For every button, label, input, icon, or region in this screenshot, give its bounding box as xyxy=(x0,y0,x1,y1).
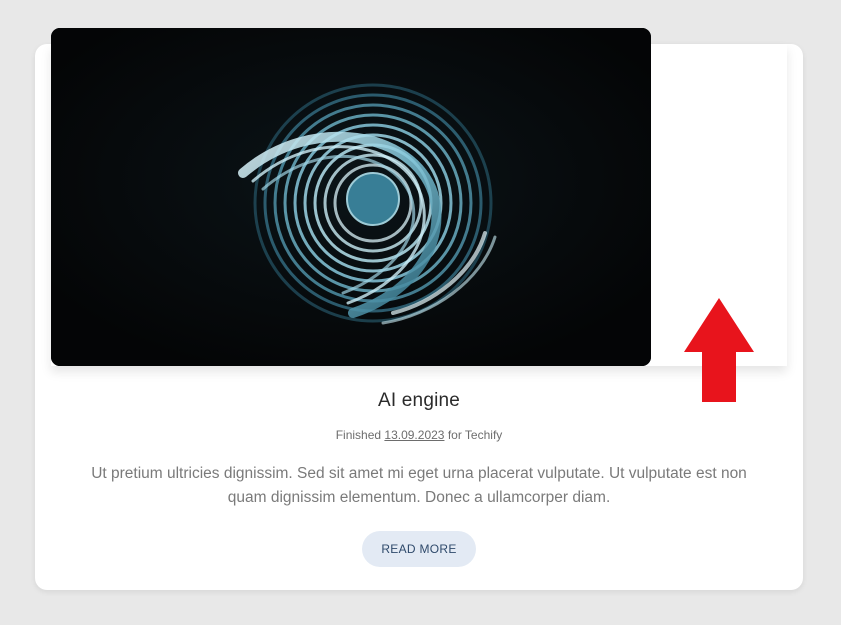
page: AI engine Finished 13.09.2023 for Techif… xyxy=(0,0,841,625)
card-title: AI engine xyxy=(377,390,461,411)
card-meta: Finished 13.09.2023 for Techify xyxy=(35,428,803,442)
card-description: Ut pretium ultricies dignissim. Sed sit … xyxy=(91,465,747,506)
meta-suffix: for Techify xyxy=(447,428,503,442)
meta-date-link[interactable]: 13.09.2023 xyxy=(384,428,444,442)
project-image[interactable] xyxy=(51,28,651,366)
meta-prefix: Finished xyxy=(335,428,382,442)
spiral-artwork xyxy=(51,28,651,366)
red-up-arrow-icon xyxy=(684,298,754,402)
read-more-button[interactable]: READ MORE xyxy=(362,531,476,567)
